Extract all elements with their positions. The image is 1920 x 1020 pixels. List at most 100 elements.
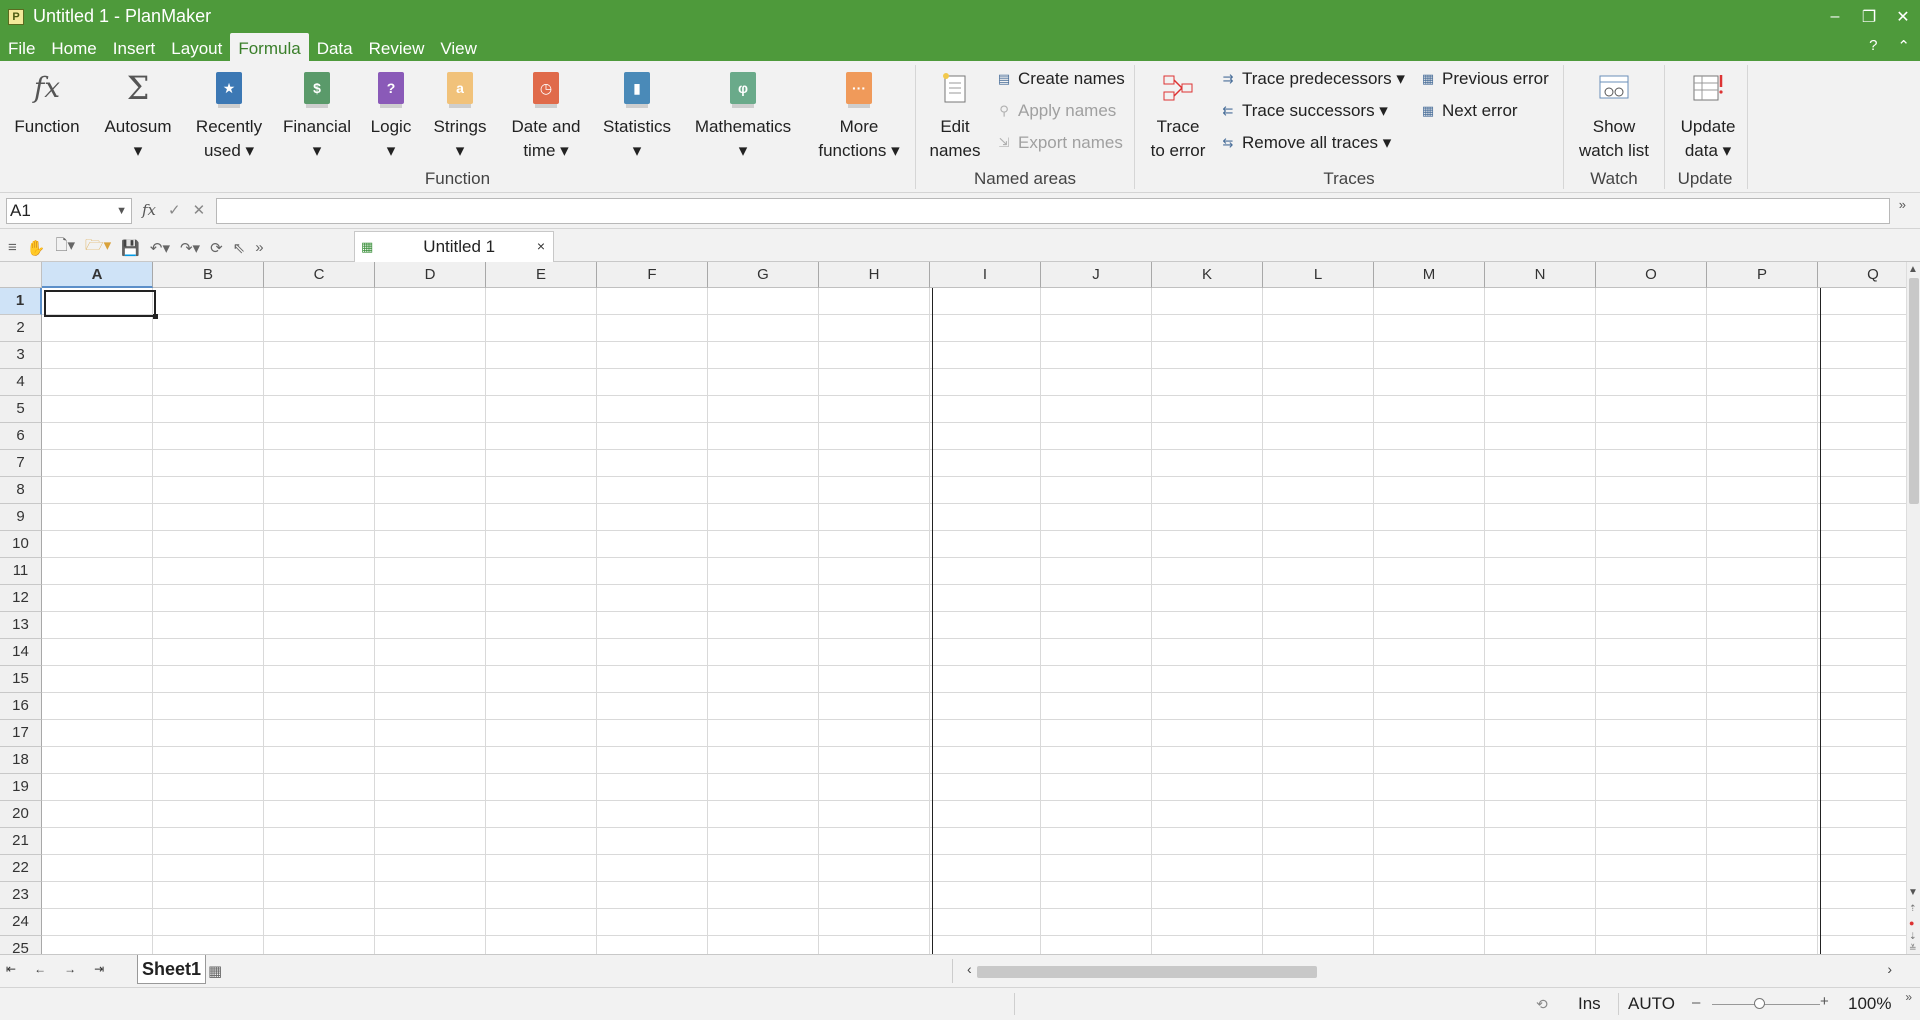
open-folder-icon[interactable]: 🗁▾ — [85, 235, 111, 260]
row-header-19[interactable]: 19 — [0, 774, 42, 801]
cancel-icon[interactable]: ✕ — [193, 201, 206, 219]
question-folder-button[interactable]: ? Logic ▾ — [362, 67, 420, 163]
row-header-25[interactable]: 25 — [0, 936, 42, 954]
vertical-scrollbar[interactable]: ▲ ▼ ⇡ ● ⇣ ≚ — [1906, 262, 1920, 954]
sigma-button[interactable]: Σ Autosum ▾ — [96, 67, 180, 163]
toolbar-more-icon[interactable]: » — [255, 239, 263, 256]
column-header-g[interactable]: G — [708, 262, 819, 288]
insert-function-icon[interactable]: fx — [142, 201, 156, 219]
column-header-e[interactable]: E — [486, 262, 597, 288]
vertical-scroll-thumb[interactable] — [1909, 278, 1919, 504]
hand-icon[interactable]: ✋ — [27, 239, 46, 257]
column-header-m[interactable]: M — [1374, 262, 1485, 288]
column-header-d[interactable]: D — [375, 262, 486, 288]
row-header-20[interactable]: 20 — [0, 801, 42, 828]
zoom-slider-track[interactable] — [1712, 1004, 1820, 1005]
new-document-icon[interactable]: 🗋▾ — [55, 235, 75, 260]
fx-button[interactable]: fx Function — [4, 67, 90, 139]
cell-area[interactable] — [42, 288, 1906, 954]
column-header-f[interactable]: F — [597, 262, 708, 288]
edit-names-button[interactable]: Edit names — [926, 67, 984, 163]
column-header-n[interactable]: N — [1485, 262, 1596, 288]
scroll-right-icon[interactable]: › — [1887, 961, 1892, 977]
row-header-13[interactable]: 13 — [0, 612, 42, 639]
close-button[interactable]: ✕ — [1886, 0, 1920, 33]
menu-tab-view[interactable]: View — [432, 33, 485, 61]
dollar-folder-button[interactable]: $ Financial ▾ — [276, 67, 358, 163]
clock-folder-button[interactable]: ◷ Date and time ▾ — [502, 67, 590, 163]
menu-tab-insert[interactable]: Insert — [105, 33, 164, 61]
row-header-11[interactable]: 11 — [0, 558, 42, 585]
undo-icon[interactable]: ↶▾ — [150, 239, 170, 257]
column-header-j[interactable]: J — [1041, 262, 1152, 288]
name-box-dropdown-icon[interactable]: ▼ — [116, 199, 127, 223]
menu-tab-layout[interactable]: Layout — [163, 33, 230, 61]
trace-to-error-button[interactable]: Trace to error — [1144, 67, 1212, 163]
update-data-button[interactable]: Update data ▾ — [1672, 67, 1744, 163]
row-header-1[interactable]: 1 — [0, 288, 42, 315]
row-header-8[interactable]: 8 — [0, 477, 42, 504]
menu-tab-file[interactable]: File — [0, 33, 43, 61]
minimize-button[interactable]: – — [1818, 0, 1852, 33]
formula-input[interactable] — [216, 198, 1890, 224]
trace-predecessors-button[interactable]: ⇉ Trace predecessors ▾ — [1220, 69, 1405, 89]
active-cell-a1[interactable] — [44, 290, 158, 319]
row-header-2[interactable]: 2 — [0, 315, 42, 342]
more-folder-button[interactable]: ··· More functions ▾ — [800, 67, 918, 163]
repeat-icon[interactable]: ⟳ — [210, 239, 223, 257]
planmaker-app-icon[interactable]: P — [8, 8, 24, 25]
scroll-marker-icon[interactable]: ● — [1909, 918, 1914, 928]
remove-all-traces-button[interactable]: ⇆ Remove all traces ▾ — [1220, 133, 1392, 153]
column-header-b[interactable]: B — [153, 262, 264, 288]
column-header-k[interactable]: K — [1152, 262, 1263, 288]
menu-tab-review[interactable]: Review — [361, 33, 433, 61]
calculation-mode-indicator[interactable]: AUTO — [1628, 994, 1675, 1014]
select-pointer-icon[interactable]: ⇖ — [233, 239, 246, 257]
horizontal-scrollbar[interactable]: ‹ › — [952, 959, 1900, 983]
split-icon[interactable]: ≚ — [1909, 943, 1917, 954]
row-header-12[interactable]: 12 — [0, 585, 42, 612]
insert-mode-indicator[interactable]: Ins — [1578, 994, 1601, 1014]
menu-tab-formula[interactable]: Formula — [230, 33, 309, 61]
scroll-next-page-icon[interactable]: ⇣ — [1909, 931, 1917, 942]
sidebar-menu-icon[interactable]: ≡ — [8, 239, 17, 256]
column-header-c[interactable]: C — [264, 262, 375, 288]
row-header-5[interactable]: 5 — [0, 396, 42, 423]
restore-button[interactable]: ❐ — [1852, 0, 1886, 33]
row-header-14[interactable]: 14 — [0, 639, 42, 666]
column-header-p[interactable]: P — [1707, 262, 1818, 288]
first-sheet-icon[interactable]: ⇤ — [6, 962, 16, 976]
last-sheet-icon[interactable]: ⇥ — [94, 962, 104, 976]
document-tab[interactable]: ▦ Untitled 1 × — [354, 231, 554, 262]
chart-folder-button[interactable]: ▮ Statistics ▾ — [594, 67, 680, 163]
scroll-left-icon[interactable]: ‹ — [967, 961, 972, 977]
column-header-i[interactable]: I — [930, 262, 1041, 288]
zoom-slider-knob[interactable] — [1754, 998, 1765, 1009]
next-sheet-icon[interactable]: → — [64, 962, 76, 976]
add-sheet-icon[interactable]: ▦ — [208, 962, 222, 980]
row-header-9[interactable]: 9 — [0, 504, 42, 531]
column-header-o[interactable]: O — [1596, 262, 1707, 288]
row-header-10[interactable]: 10 — [0, 531, 42, 558]
row-header-22[interactable]: 22 — [0, 855, 42, 882]
star-folder-button[interactable]: ★ Recently used ▾ — [188, 67, 270, 163]
scroll-up-icon[interactable]: ▲ — [1908, 264, 1918, 275]
row-header-3[interactable]: 3 — [0, 342, 42, 369]
menu-tab-home[interactable]: Home — [43, 33, 104, 61]
column-header-a[interactable]: A — [42, 262, 153, 288]
row-header-16[interactable]: 16 — [0, 693, 42, 720]
zoom-level[interactable]: 100% — [1848, 994, 1891, 1014]
row-header-17[interactable]: 17 — [0, 720, 42, 747]
confirm-icon[interactable]: ✓ — [168, 201, 181, 219]
row-header-6[interactable]: 6 — [0, 423, 42, 450]
row-header-4[interactable]: 4 — [0, 369, 42, 396]
help-icon[interactable]: ? — [1869, 37, 1877, 55]
scroll-down-icon[interactable]: ▼ — [1908, 887, 1918, 898]
row-header-15[interactable]: 15 — [0, 666, 42, 693]
phi-folder-button[interactable]: φ Mathematics ▾ — [684, 67, 802, 163]
formula-bar-more-icon[interactable]: » — [1899, 197, 1906, 212]
row-header-21[interactable]: 21 — [0, 828, 42, 855]
previous-error-button[interactable]: ▦ Previous error — [1420, 69, 1549, 89]
collapse-ribbon-icon[interactable]: ⌃ — [1897, 37, 1910, 55]
text-folder-button[interactable]: a Strings ▾ — [424, 67, 496, 163]
